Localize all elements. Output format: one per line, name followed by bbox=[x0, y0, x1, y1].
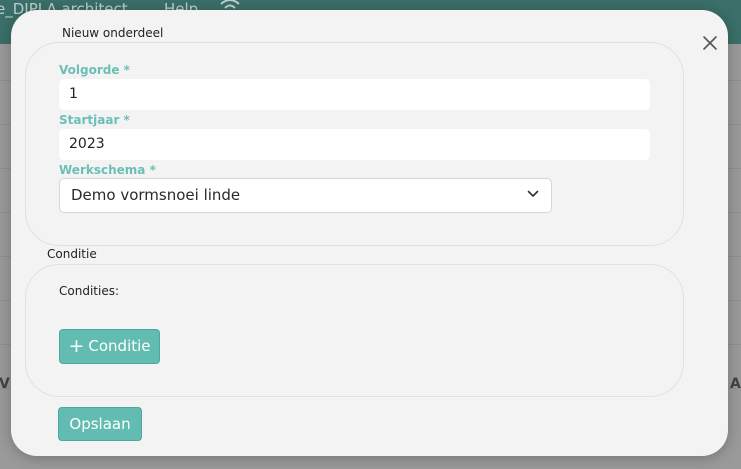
chevron-down-icon bbox=[527, 190, 539, 200]
details-group: Volgorde * 1 Startjaar * 2023 Werkschema… bbox=[25, 42, 684, 246]
volgorde-label: Volgorde * bbox=[59, 63, 130, 77]
werkschema-select[interactable]: Demo vormsnoei linde bbox=[59, 178, 552, 213]
close-icon[interactable] bbox=[700, 33, 720, 53]
startjaar-label: Startjaar * bbox=[59, 113, 130, 127]
save-button[interactable]: Opslaan bbox=[58, 407, 142, 441]
volgorde-input[interactable]: 1 bbox=[59, 79, 650, 110]
new-part-modal: Nieuw onderdeel Volgorde * 1 Startjaar *… bbox=[11, 10, 728, 456]
background-edge-text-left: V bbox=[0, 376, 10, 392]
conditie-group: Condities: + Conditie bbox=[25, 264, 684, 397]
werkschema-selected-value: Demo vormsnoei linde bbox=[71, 186, 241, 204]
add-conditie-label: Conditie bbox=[88, 337, 151, 355]
werkschema-label: Werkschema * bbox=[59, 163, 156, 177]
add-conditie-button[interactable]: + Conditie bbox=[59, 329, 160, 364]
background-edge-text-right: A bbox=[730, 376, 741, 392]
plus-icon: + bbox=[68, 335, 85, 357]
save-button-label: Opslaan bbox=[69, 415, 131, 433]
startjaar-input[interactable]: 2023 bbox=[59, 129, 650, 160]
modal-title: Nieuw onderdeel bbox=[62, 26, 164, 40]
condities-label: Condities: bbox=[59, 284, 119, 298]
conditie-section-title: Conditie bbox=[47, 247, 97, 261]
